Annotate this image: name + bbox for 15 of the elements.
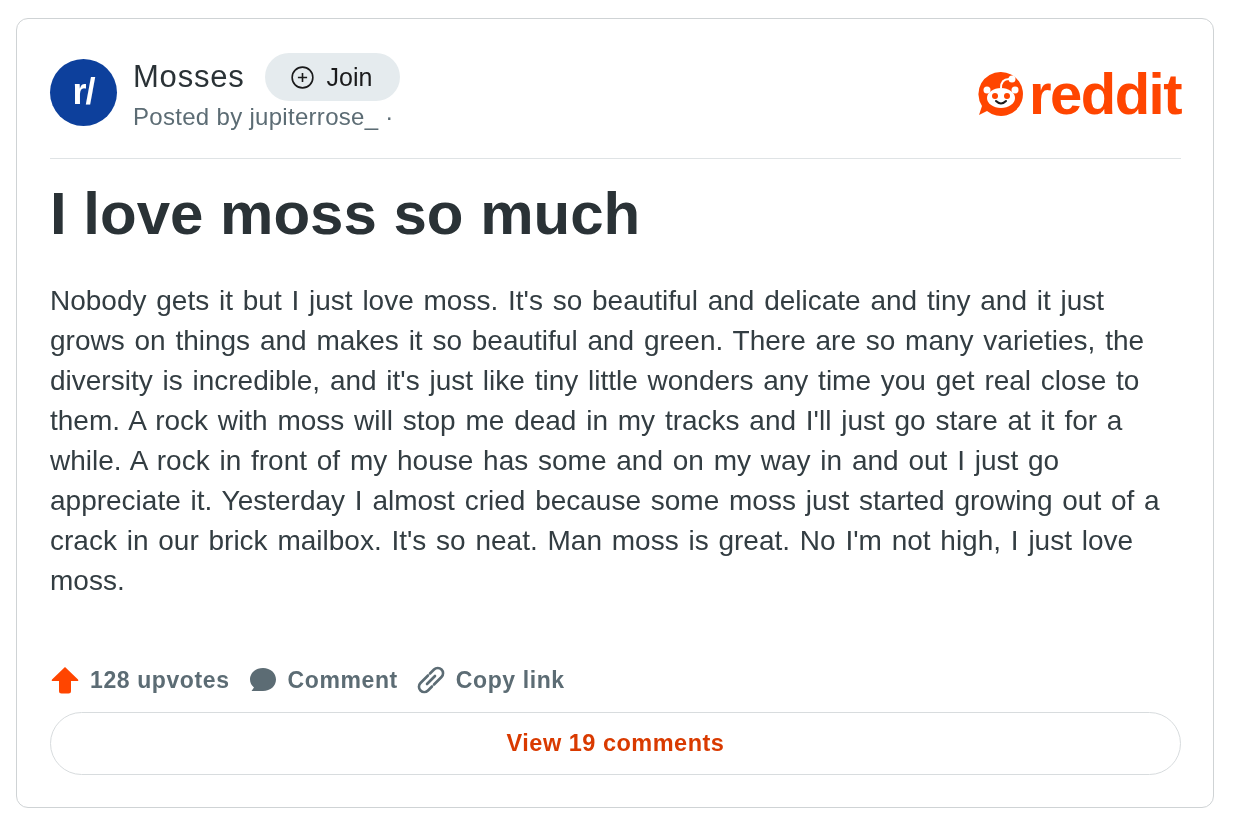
chain-link-icon	[415, 665, 446, 695]
logo-text: reddit	[1028, 65, 1181, 123]
view-comments-button[interactable]: View 19 comments	[50, 712, 1181, 775]
copy-link-button[interactable]: Copy link	[415, 665, 565, 695]
upvote-arrow-icon	[50, 665, 80, 695]
comment-button[interactable]: Comment	[247, 665, 398, 695]
join-button[interactable]: Join	[264, 53, 401, 101]
plus-circle-icon	[290, 65, 314, 89]
community-avatar: r/	[50, 58, 117, 126]
mascot-logo-icon	[976, 70, 1025, 118]
post-body: Nobody gets it but I just love moss. It's so beautiful and delicate and tiny and it just grows on things and makes it so beautiful and green. There are so many varieties, the diversity is incredible, and it's just like tiny little wonders any time you get real close to them. A rock with moss will stop me dead in my tracks and I'll just go stare at it for a while. A rock in front of my house has some and on my way in and out I just go appreciate it. Yesterday I almost cried because some moss just started growing out of a crack in our brick mailbox. It's so neat. Man moss is great. No I'm not high, I just love moss.	[50, 284, 1161, 598]
upvote-button[interactable]: 128 upvotes	[50, 665, 230, 695]
community-name[interactable]: Mosses	[133, 59, 245, 95]
post-title: I love moss so much	[50, 179, 642, 249]
post-byline: Posted by jupiterrose_ ·	[133, 103, 395, 131]
